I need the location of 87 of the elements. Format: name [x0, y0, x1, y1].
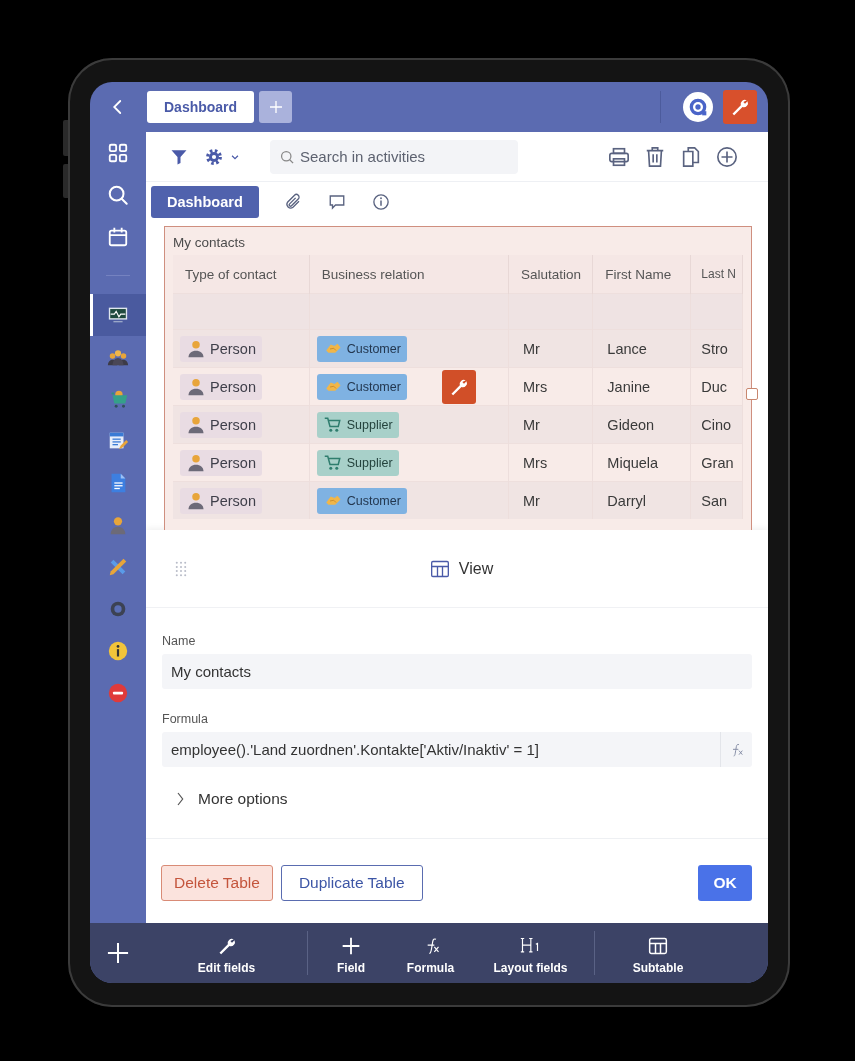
- info-icon: [107, 640, 129, 662]
- wrench-button[interactable]: [442, 370, 476, 404]
- target-icon: [688, 97, 708, 117]
- drag-handle-icon: [174, 561, 188, 577]
- tag-label: Customer: [346, 341, 401, 356]
- table-icon: [428, 558, 451, 579]
- tag-label: Person: [210, 454, 256, 471]
- person-icon: [186, 338, 206, 359]
- column-header: Type of contact: [173, 255, 310, 294]
- sidebar-item[interactable]: [90, 294, 146, 336]
- target-button[interactable]: [683, 92, 713, 122]
- minus-icon: [107, 682, 129, 704]
- trash-icon: [644, 145, 666, 168]
- tag-label: Customer: [346, 379, 401, 394]
- column-header: Last N: [690, 255, 743, 294]
- formula-field[interactable]: employee().'Land zuordnen'.Kontakte['Aktiv/Inaktiv' = 1]: [162, 732, 752, 767]
- more-options-toggle[interactable]: More options: [174, 790, 288, 808]
- field-label: Formula: [162, 712, 209, 726]
- tag-label: Person: [210, 378, 256, 395]
- ok-button[interactable]: OK: [698, 865, 752, 901]
- name-field[interactable]: My contacts: [162, 654, 752, 689]
- dashboard-tab[interactable]: Dashboard: [147, 91, 255, 123]
- search-field[interactable]: Search in activities: [270, 139, 518, 174]
- duplicate-button[interactable]: Duplicate Table: [280, 865, 423, 901]
- gear-icon: [204, 146, 224, 167]
- tag-label: Person: [210, 340, 256, 357]
- person-icon: [186, 376, 206, 397]
- table-cell: Stro: [690, 329, 743, 368]
- person-icon: [186, 490, 206, 511]
- info-icon: [371, 193, 390, 211]
- paperclip-icon: [283, 193, 302, 211]
- plus-icon: [341, 935, 361, 956]
- ruler-pencil-icon: [107, 556, 129, 578]
- table-cell: San: [690, 481, 743, 519]
- tag-label: Supplier: [346, 417, 393, 432]
- toolbar-button[interactable]: Edit fields: [197, 931, 256, 975]
- person-icon: [186, 414, 206, 435]
- table-cell: Lance: [592, 329, 691, 368]
- copy-icon: [680, 145, 702, 168]
- table-cell: Mr: [508, 481, 593, 519]
- printer-icon: [608, 145, 630, 168]
- person-icon: [186, 452, 206, 473]
- wrench-button[interactable]: [723, 90, 757, 124]
- calendar-icon: [107, 226, 129, 248]
- toolbar-button[interactable]: Subtable: [632, 931, 684, 975]
- table-cell: Mr: [508, 329, 593, 368]
- table-cell: Mr: [508, 405, 593, 444]
- table-cell: Darryl: [592, 481, 691, 519]
- document-pencil-icon: [107, 430, 129, 452]
- apps-icon: [107, 142, 129, 164]
- panel-title: View: [458, 559, 494, 578]
- table-icon: [648, 935, 668, 956]
- print-button[interactable]: [608, 145, 630, 168]
- tag-label: Person: [210, 416, 256, 433]
- toolbar-button[interactable]: Formula: [406, 931, 455, 975]
- tag-label: Customer: [346, 493, 401, 508]
- dashboard-tab[interactable]: Dashboard: [151, 186, 259, 218]
- column-header: First Name: [592, 255, 691, 294]
- toolbar-button[interactable]: Field: [337, 931, 365, 975]
- wrench-icon: [449, 377, 469, 397]
- add-tab-button[interactable]: [259, 91, 293, 123]
- search-icon: [280, 149, 295, 165]
- cart-icon: [322, 415, 343, 434]
- plus-icon: [107, 942, 129, 964]
- field-label: Name: [162, 634, 197, 648]
- search-icon: [107, 184, 129, 206]
- comment-icon: [327, 193, 346, 211]
- table-cell: Gideon: [592, 405, 691, 444]
- plus-circle-icon: [716, 145, 738, 168]
- delete-button[interactable]: Delete Table: [161, 865, 273, 901]
- tag-label: Person: [210, 492, 256, 509]
- table-cell: Cino: [690, 405, 743, 444]
- wrench-icon: [730, 97, 750, 117]
- settings-button[interactable]: [204, 146, 240, 167]
- add-button[interactable]: [716, 145, 738, 168]
- column-header: Salutation: [508, 255, 593, 294]
- filter-button[interactable]: [170, 147, 188, 166]
- tag-label: Supplier: [346, 455, 393, 470]
- table-title: My contacts: [173, 235, 246, 250]
- copy-button[interactable]: [680, 145, 702, 168]
- resize-handle[interactable]: [746, 388, 758, 400]
- plus-icon: [267, 99, 284, 115]
- cart-icon: [322, 453, 343, 472]
- filter-icon: [170, 147, 188, 166]
- toolbar-button[interactable]: Layout fields: [493, 931, 568, 975]
- column-header: Business relation: [309, 255, 509, 294]
- delete-button[interactable]: [644, 145, 666, 168]
